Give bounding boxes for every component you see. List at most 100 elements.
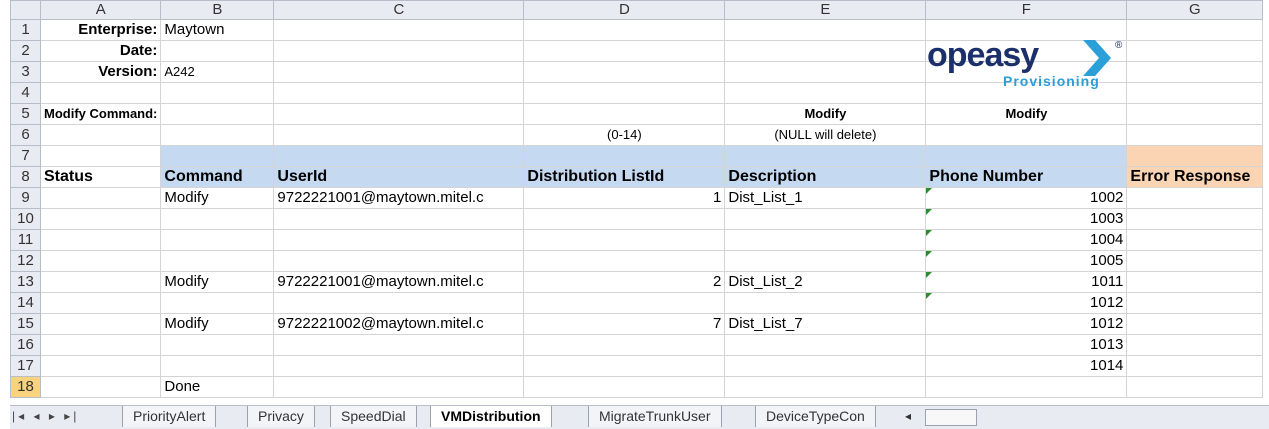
horizontal-scrollbar[interactable] xyxy=(925,409,977,426)
column-header[interactable]: D xyxy=(523,0,726,20)
error-cell[interactable] xyxy=(1126,355,1264,377)
cell[interactable] xyxy=(724,40,927,62)
userid-cell[interactable] xyxy=(273,229,525,251)
phone-cell[interactable]: 1002 xyxy=(925,187,1128,209)
version-value[interactable]: A242 xyxy=(160,61,275,83)
userid-cell[interactable]: 9722221001@maytown.mitel.c xyxy=(273,271,525,293)
cell[interactable] xyxy=(160,103,275,125)
status-cell[interactable] xyxy=(39,292,162,314)
column-header[interactable]: B xyxy=(160,0,275,20)
command-cell[interactable] xyxy=(160,208,275,230)
cell[interactable] xyxy=(523,145,726,167)
cell[interactable] xyxy=(724,61,927,83)
userid-cell[interactable] xyxy=(273,208,525,230)
listid-cell[interactable]: 1 xyxy=(523,187,726,209)
status-cell[interactable] xyxy=(39,313,162,335)
description-cell[interactable]: Dist_List_1 xyxy=(724,187,927,209)
distribution-listid-header[interactable]: Distribution ListId xyxy=(523,166,726,188)
cell[interactable] xyxy=(160,82,275,104)
description-cell[interactable] xyxy=(724,292,927,314)
column-header[interactable]: F xyxy=(925,0,1128,20)
cell[interactable] xyxy=(1126,82,1264,104)
tab-scroll-arrows-icon[interactable]: |◂ ◂ ▸ ▸| xyxy=(12,409,79,423)
cell[interactable] xyxy=(39,124,162,146)
select-all-corner[interactable] xyxy=(10,0,41,20)
enterprise-value[interactable]: Maytown xyxy=(160,19,275,41)
tab-priorityalert[interactable]: PriorityAlert xyxy=(122,406,217,427)
cell[interactable] xyxy=(523,103,726,125)
command-cell[interactable]: Modify xyxy=(160,313,275,335)
row-header[interactable]: 16 xyxy=(10,334,41,356)
userid-cell[interactable] xyxy=(273,355,525,377)
command-cell[interactable] xyxy=(160,229,275,251)
cell[interactable] xyxy=(523,40,726,62)
phone-cell[interactable]: 1012 xyxy=(925,292,1128,314)
error-response-header[interactable]: Error Response xyxy=(1126,166,1264,188)
userid-cell[interactable]: 9722221002@maytown.mitel.c xyxy=(273,313,525,335)
description-cell[interactable] xyxy=(724,355,927,377)
cell[interactable] xyxy=(160,124,275,146)
description-cell[interactable]: Dist_List_2 xyxy=(724,271,927,293)
status-cell[interactable] xyxy=(39,229,162,251)
status-cell[interactable] xyxy=(39,208,162,230)
cell[interactable] xyxy=(273,19,525,41)
tab-vmdistribution[interactable]: VMDistribution xyxy=(430,406,552,427)
status-header[interactable]: Status xyxy=(39,166,162,188)
error-cell[interactable] xyxy=(1126,250,1264,272)
cell[interactable] xyxy=(1126,376,1264,398)
column-header[interactable]: A xyxy=(39,0,162,20)
cell[interactable] xyxy=(523,19,726,41)
listid-cell[interactable]: 7 xyxy=(523,313,726,335)
phone-cell[interactable]: 1003 xyxy=(925,208,1128,230)
cell[interactable] xyxy=(724,82,927,104)
userid-header[interactable]: UserId xyxy=(273,166,525,188)
listid-cell[interactable] xyxy=(523,355,726,377)
error-cell[interactable] xyxy=(1126,271,1264,293)
error-cell[interactable] xyxy=(1126,229,1264,251)
description-cell[interactable] xyxy=(724,208,927,230)
tab-privacy[interactable]: Privacy xyxy=(247,406,315,427)
cell[interactable] xyxy=(273,82,525,104)
userid-cell[interactable] xyxy=(273,250,525,272)
command-cell[interactable] xyxy=(160,250,275,272)
tab-migratetrunkuser[interactable]: MigrateTrunkUser xyxy=(588,406,722,427)
listid-cell[interactable] xyxy=(523,334,726,356)
cell[interactable] xyxy=(1126,61,1264,83)
row-header[interactable]: 7 xyxy=(10,145,41,167)
phone-cell[interactable]: 1014 xyxy=(925,355,1128,377)
description-cell[interactable]: Dist_List_7 xyxy=(724,313,927,335)
command-cell[interactable] xyxy=(160,355,275,377)
phone-cell[interactable]: 1013 xyxy=(925,334,1128,356)
phone-cell[interactable]: 1012 xyxy=(925,313,1128,335)
cell[interactable] xyxy=(1126,103,1264,125)
column-header[interactable]: C xyxy=(273,0,525,20)
status-cell[interactable] xyxy=(39,187,162,209)
scroll-left-icon[interactable]: ◂ xyxy=(905,409,911,423)
error-cell[interactable] xyxy=(1126,334,1264,356)
date-label[interactable]: Date: xyxy=(39,40,162,62)
cell[interactable] xyxy=(273,376,525,398)
row-header[interactable]: 13 xyxy=(10,271,41,293)
listid-cell[interactable] xyxy=(523,250,726,272)
row-header[interactable]: 5 xyxy=(10,103,41,125)
row-header[interactable]: 10 xyxy=(10,208,41,230)
cell[interactable] xyxy=(523,82,726,104)
listid-cell[interactable] xyxy=(523,229,726,251)
error-cell[interactable] xyxy=(1126,313,1264,335)
command-cell[interactable] xyxy=(160,334,275,356)
listid-range-hint[interactable]: (0-14) xyxy=(523,124,726,146)
listid-cell[interactable] xyxy=(523,292,726,314)
cell[interactable] xyxy=(724,376,927,398)
userid-cell[interactable] xyxy=(273,292,525,314)
phone-cell[interactable]: 1011 xyxy=(925,271,1128,293)
cell[interactable] xyxy=(273,145,525,167)
column-header[interactable]: E xyxy=(724,0,927,20)
cell[interactable] xyxy=(523,376,726,398)
userid-cell[interactable]: 9722221001@maytown.mitel.c xyxy=(273,187,525,209)
done-cell[interactable]: Done xyxy=(160,376,275,398)
row-header[interactable]: 4 xyxy=(10,82,41,104)
phone-number-header[interactable]: Phone Number xyxy=(925,166,1128,188)
cell[interactable] xyxy=(39,376,162,398)
row-header[interactable]: 14 xyxy=(10,292,41,314)
cell[interactable] xyxy=(273,124,525,146)
